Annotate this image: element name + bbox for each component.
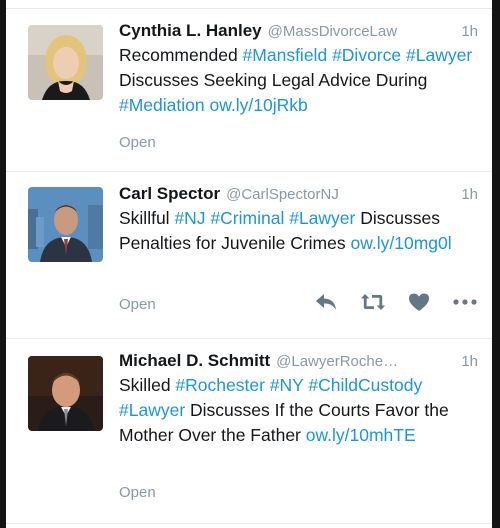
tweet-content: Carl Spector @CarlSpectorNJ 1h Skillful … (119, 184, 478, 256)
hashtag-link[interactable]: #Lawyer (406, 45, 472, 65)
tweet-text: Skilled #Rochester #NY #ChildCustody #La… (119, 373, 478, 448)
hashtag-link[interactable]: #NY (270, 375, 304, 395)
url-link[interactable]: ow.ly/10mg0l (350, 233, 451, 253)
tweet-text: Recommended #Mansfield #Divorce #Lawyer … (119, 43, 478, 118)
hashtag-link[interactable]: #Lawyer (119, 400, 185, 420)
tweet-item[interactable]: Michael D. Schmitt @LawyerRoche… 1h Skil… (6, 339, 492, 524)
more-icon[interactable] (452, 292, 478, 312)
text-segment: Recommended (119, 45, 243, 65)
tweet-footer: Open (119, 134, 478, 152)
user-fullname[interactable]: Michael D. Schmitt (119, 351, 270, 371)
url-link[interactable]: ow.ly/10jRkb (210, 95, 308, 115)
user-fullname[interactable]: Cynthia L. Hanley (119, 21, 262, 41)
open-tweet-link[interactable]: Open (119, 484, 156, 501)
retweet-icon[interactable] (360, 292, 386, 312)
hashtag-link[interactable]: #Mansfield (243, 45, 328, 65)
hashtag-link[interactable]: #Lawyer (289, 208, 355, 228)
tweet-header: Carl Spector @CarlSpectorNJ 1h (119, 184, 478, 204)
tweet-item[interactable]: Carl Spector @CarlSpectorNJ 1h Skillful … (6, 172, 492, 339)
avatar[interactable] (28, 187, 103, 262)
tweet-header: Cynthia L. Hanley @MassDivorceLaw 1h (119, 21, 478, 41)
like-icon[interactable] (408, 292, 430, 312)
tweet-footer: Open (119, 484, 478, 502)
text-segment: Skillful (119, 208, 175, 228)
hashtag-link[interactable]: #Divorce (332, 45, 401, 65)
text-segment: Skilled (119, 375, 176, 395)
tweet-timestamp[interactable]: 1h (461, 23, 478, 40)
tweet-footer: Open (119, 293, 478, 314)
avatar[interactable] (28, 356, 103, 431)
user-handle[interactable]: @MassDivorceLaw (268, 23, 454, 40)
tweet-content: Cynthia L. Hanley @MassDivorceLaw 1h Rec… (119, 21, 478, 118)
hashtag-link[interactable]: #Mediation (119, 95, 205, 115)
user-fullname[interactable]: Carl Spector (119, 184, 220, 204)
user-handle[interactable]: @CarlSpectorNJ (226, 186, 453, 203)
open-tweet-link[interactable]: Open (119, 296, 156, 313)
tweet-timestamp[interactable]: 1h (461, 353, 478, 370)
hashtag-link[interactable]: #NJ (174, 208, 205, 228)
reply-icon[interactable] (314, 292, 338, 312)
tweet-header: Michael D. Schmitt @LawyerRoche… 1h (119, 351, 478, 371)
hashtag-link[interactable]: #ChildCustody (308, 375, 422, 395)
hashtag-link[interactable]: #Rochester (175, 375, 265, 395)
tweet-actions (292, 292, 478, 312)
tweet-text: Skillful #NJ #Criminal #Lawyer Discusses… (119, 206, 478, 256)
url-link[interactable]: ow.ly/10mhTE (306, 425, 416, 445)
text-segment: Discusses Seeking Legal Advice During (119, 70, 428, 90)
tweet-content: Michael D. Schmitt @LawyerRoche… 1h Skil… (119, 351, 478, 448)
timeline-top-divider (6, 0, 492, 9)
tweet-item[interactable]: Cynthia L. Hanley @MassDivorceLaw 1h Rec… (6, 9, 492, 172)
avatar[interactable] (28, 25, 103, 100)
user-handle[interactable]: @LawyerRoche… (276, 353, 453, 370)
tweet-timestamp[interactable]: 1h (461, 186, 478, 203)
tweet-timeline: Cynthia L. Hanley @MassDivorceLaw 1h Rec… (6, 0, 492, 528)
open-tweet-link[interactable]: Open (119, 134, 156, 151)
hashtag-link[interactable]: #Criminal (210, 208, 284, 228)
